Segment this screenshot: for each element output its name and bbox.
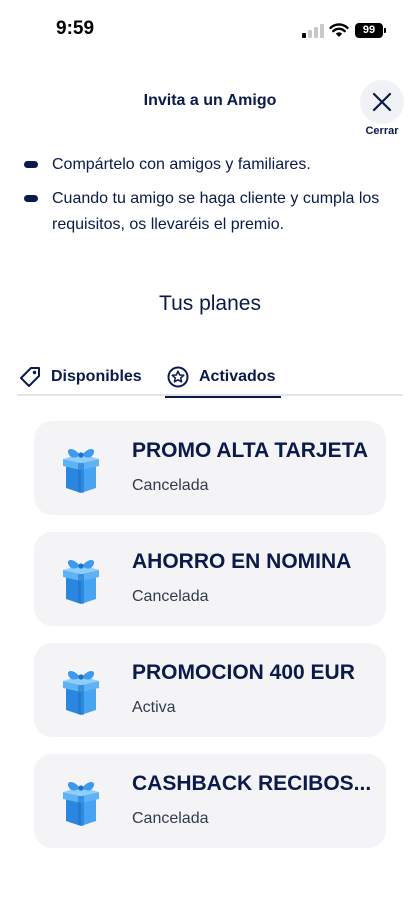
- bullet-item: Compártelo con amigos y familiares.: [22, 152, 394, 178]
- close-icon: [372, 92, 392, 112]
- wifi-icon: [329, 23, 349, 37]
- bullet-text: Compártelo con amigos y familiares.: [52, 156, 311, 173]
- section-title: Tus planes: [159, 292, 261, 315]
- status-bar: 9:59 99: [0, 0, 420, 60]
- bullet-item: Cuando tu amigo se haga cliente y cumpla…: [22, 186, 394, 238]
- close-label[interactable]: Cerrar: [358, 125, 406, 137]
- bullet-text: Cuando tu amigo se haga cliente y cumpla…: [52, 190, 380, 233]
- tab-label: Disponibles: [51, 368, 142, 385]
- gift-icon: [58, 554, 104, 606]
- plan-card[interactable]: PROMO ALTA TARJETA Cancelada: [34, 421, 386, 515]
- plans-tabs: Disponibles Activados: [17, 358, 403, 398]
- plan-title: CASHBACK RECIBOS...: [132, 772, 372, 795]
- gift-icon: [58, 443, 104, 495]
- plan-status: Cancelada: [132, 810, 209, 827]
- plan-status: Cancelada: [132, 477, 209, 494]
- status-time: 9:59: [56, 18, 95, 39]
- gift-icon: [58, 665, 104, 717]
- plan-card[interactable]: AHORRO EN NOMINA Cancelada: [34, 532, 386, 626]
- close-button[interactable]: [360, 80, 404, 124]
- plan-title: AHORRO EN NOMINA: [132, 550, 352, 573]
- battery-level: 99: [362, 24, 376, 36]
- star-circle-icon: [167, 366, 189, 388]
- plan-card[interactable]: CASHBACK RECIBOS... Cancelada: [34, 754, 386, 848]
- plans-list: PROMO ALTA TARJETA Cancelada AHORRO EN N…: [34, 421, 386, 865]
- page-title: Invita a un Amigo: [143, 92, 277, 109]
- bullet-marker: [24, 161, 38, 168]
- info-bullets: Compártelo con amigos y familiares. Cuan…: [22, 152, 394, 246]
- tab-activados[interactable]: Activados: [164, 358, 282, 398]
- tab-label: Activados: [199, 368, 276, 385]
- plan-title: PROMOCION 400 EUR: [132, 661, 355, 684]
- plan-card[interactable]: PROMOCION 400 EUR Activa: [34, 643, 386, 737]
- bullet-marker: [24, 195, 38, 202]
- battery-icon: 99: [355, 23, 386, 38]
- plan-title: PROMO ALTA TARJETA: [132, 439, 369, 462]
- plan-status: Activa: [132, 699, 176, 716]
- gift-icon: [58, 776, 104, 828]
- plan-status: Cancelada: [132, 588, 209, 605]
- tab-disponibles[interactable]: Disponibles: [19, 358, 142, 396]
- tag-icon: [20, 367, 40, 387]
- cellular-signal-icon: [302, 24, 324, 38]
